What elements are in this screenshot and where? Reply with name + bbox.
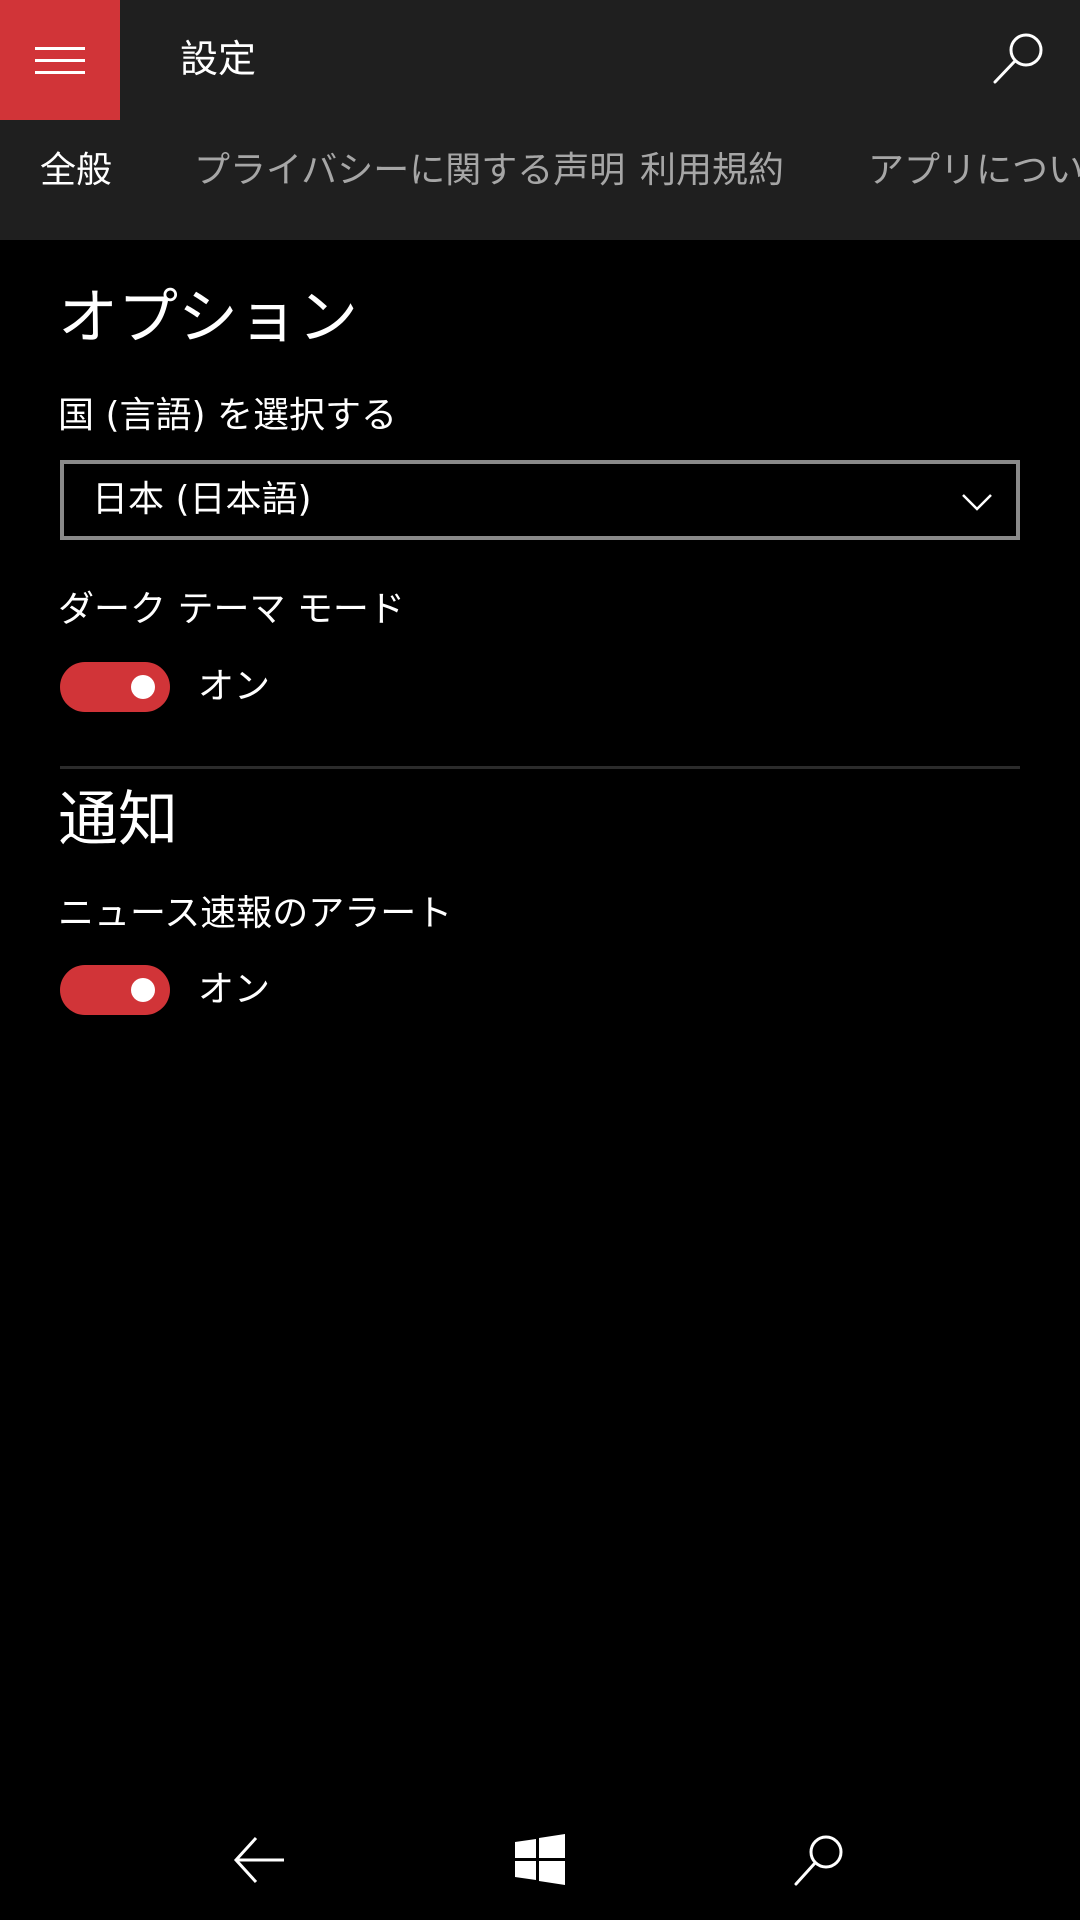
- search-button[interactable]: [790, 1830, 850, 1890]
- dark-theme-state: オン: [198, 666, 271, 707]
- tab-privacy[interactable]: プライバシーに関する声明: [194, 146, 625, 196]
- toggle-knob: [131, 978, 155, 1002]
- start-button[interactable]: [510, 1830, 570, 1890]
- settings-app: 設定 全般 プライバシーに関する声明 利用規約 アプリについて オプション 国 …: [0, 0, 1080, 1920]
- search-icon: [993, 33, 1043, 84]
- notifications-section-title: 通知: [58, 785, 178, 855]
- dark-theme-label: ダーク テーマ モード: [58, 589, 405, 630]
- breaking-news-label: ニュース速報のアラート: [58, 893, 453, 934]
- hamburger-menu-icon: [35, 47, 85, 50]
- windows-logo-icon: [515, 1834, 565, 1885]
- app-header: 設定: [0, 0, 1080, 120]
- hamburger-line: [35, 59, 85, 62]
- page-title: 設定: [180, 37, 257, 81]
- tab-about[interactable]: アプリについて: [868, 146, 1080, 196]
- tab-terms[interactable]: 利用規約: [640, 146, 784, 196]
- chevron-down-icon: [962, 494, 992, 511]
- system-nav-bar: [0, 1800, 1080, 1920]
- hamburger-menu-button[interactable]: [0, 0, 120, 120]
- tab-general[interactable]: 全般: [40, 146, 112, 196]
- options-section-title: オプション: [58, 283, 358, 353]
- back-button[interactable]: [230, 1830, 290, 1890]
- search-icon: [794, 1835, 843, 1886]
- breaking-news-state: オン: [198, 969, 271, 1010]
- toggle-knob: [131, 675, 155, 699]
- back-arrow-icon: [233, 1836, 284, 1884]
- tab-bar: 全般 プライバシーに関する声明 利用規約 アプリについて: [0, 120, 1080, 240]
- breaking-news-toggle[interactable]: [60, 965, 170, 1015]
- section-divider: [60, 766, 1020, 769]
- country-label: 国 (言語) を選択する: [58, 395, 397, 436]
- header-search-button[interactable]: [988, 30, 1048, 90]
- hamburger-line: [35, 71, 85, 74]
- country-select[interactable]: 日本 (日本語): [60, 460, 1020, 540]
- country-select-value: 日本 (日本語): [92, 479, 312, 520]
- dark-theme-toggle[interactable]: [60, 662, 170, 712]
